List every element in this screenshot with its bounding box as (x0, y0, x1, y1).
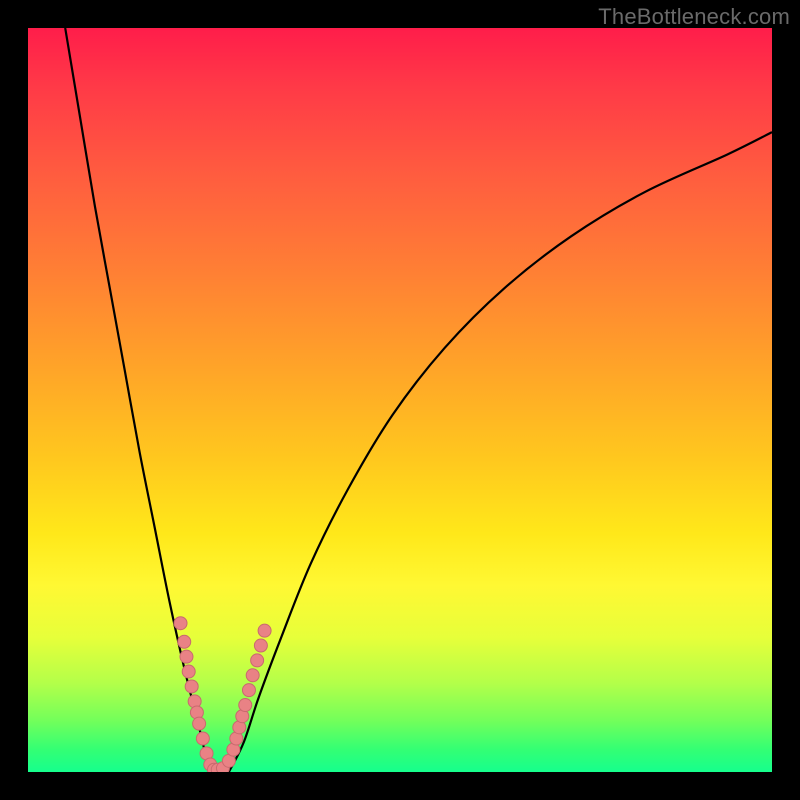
scatter-point (185, 680, 198, 693)
chart-svg (28, 28, 772, 772)
scatter-point (196, 732, 209, 745)
scatter-point (193, 717, 206, 730)
scatter-point (251, 654, 264, 667)
right-branch-curve (229, 132, 772, 772)
scatter-point (242, 684, 255, 697)
scatter-point (174, 617, 187, 630)
watermark-text: TheBottleneck.com (598, 4, 790, 30)
scatter-point (246, 669, 259, 682)
outer-frame: TheBottleneck.com (0, 0, 800, 800)
scatter-point (178, 635, 191, 648)
scatter-point (239, 699, 252, 712)
scatter-point (254, 639, 267, 652)
scatter-point (182, 665, 195, 678)
plot-area (28, 28, 772, 772)
scatter-point (180, 650, 193, 663)
scatter-points (174, 617, 271, 772)
scatter-point (258, 624, 271, 637)
